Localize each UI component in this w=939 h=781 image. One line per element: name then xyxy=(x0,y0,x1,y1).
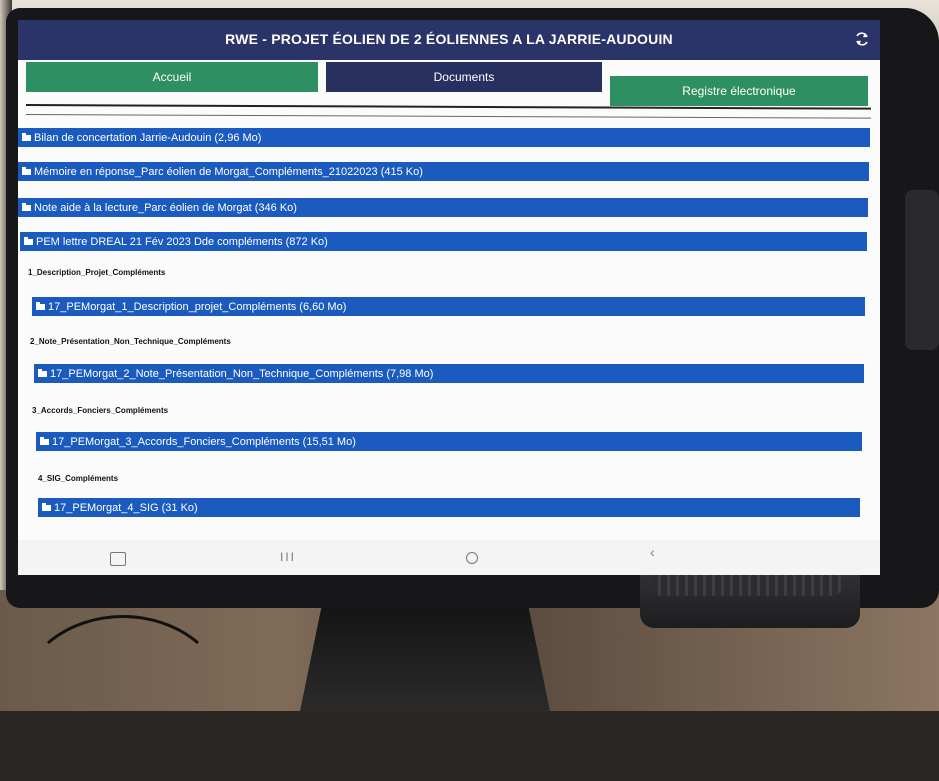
keyboard-icon[interactable] xyxy=(110,552,126,566)
divider xyxy=(25,114,871,119)
folder-icon xyxy=(22,132,31,141)
document-row[interactable]: 17_PEMorgat_2_Note_Présentation_Non_Tech… xyxy=(34,364,864,383)
document-row[interactable]: Note aide à la lecture_Parc éolien de Mo… xyxy=(18,198,868,217)
section-title: 2_Note_Présentation_Non_Technique_Complé… xyxy=(30,337,231,346)
document-label: Mémoire en réponse_Parc éolien de Morgat… xyxy=(34,165,423,178)
document-label: 17_PEMorgat_3_Accords_Fonciers_Complémen… xyxy=(52,435,356,448)
folder-icon xyxy=(36,301,45,310)
folder-icon xyxy=(42,502,51,511)
folder-icon xyxy=(22,202,31,211)
document-row[interactable]: Mémoire en réponse_Parc éolien de Morgat… xyxy=(18,162,869,181)
recents-icon[interactable]: III xyxy=(280,550,296,564)
folder-icon xyxy=(24,236,33,245)
document-row[interactable]: Bilan de concertation Jarrie-Audouin (2,… xyxy=(18,128,870,147)
section-title: 3_Accords_Fonciers_Compléments xyxy=(32,406,169,415)
tablet-clamp xyxy=(905,190,939,350)
section-title: 1_Description_Projet_Compléments xyxy=(28,268,166,277)
refresh-icon[interactable] xyxy=(854,31,870,47)
document-row[interactable]: 17_PEMorgat_1_Description_projet_Complém… xyxy=(32,297,865,316)
document-row[interactable]: 17_PEMorgat_4_SIG (31 Ko) xyxy=(38,498,860,517)
header-bar: RWE - PROJET ÉOLIEN DE 2 ÉOLIENNES A LA … xyxy=(18,20,880,60)
document-label: 17_PEMorgat_2_Note_Présentation_Non_Tech… xyxy=(50,367,434,380)
document-label: 17_PEMorgat_1_Description_projet_Complém… xyxy=(48,300,347,313)
tablet-stand xyxy=(300,590,550,711)
cable xyxy=(20,615,226,781)
tab-documents[interactable]: Documents xyxy=(326,62,602,92)
section-title: 4_SIG_Compléments xyxy=(38,474,119,483)
document-label: Bilan de concertation Jarrie-Audouin (2,… xyxy=(34,131,262,144)
folder-icon xyxy=(22,166,31,175)
folder-icon xyxy=(40,436,49,445)
document-row[interactable]: PEM lettre DREAL 21 Fév 2023 Dde complém… xyxy=(20,232,867,251)
tab-registre-electronique[interactable]: Registre électronique xyxy=(610,76,868,106)
document-label: PEM lettre DREAL 21 Fév 2023 Dde complém… xyxy=(36,235,328,248)
document-row[interactable]: 17_PEMorgat_3_Accords_Fonciers_Complémen… xyxy=(36,432,862,451)
tablet-screen: RWE - PROJET ÉOLIEN DE 2 ÉOLIENNES A LA … xyxy=(18,20,880,575)
document-label: 17_PEMorgat_4_SIG (31 Ko) xyxy=(54,501,198,514)
document-label: Note aide à la lecture_Parc éolien de Mo… xyxy=(34,201,297,214)
back-icon[interactable]: ‹ xyxy=(650,544,655,560)
folder-icon xyxy=(38,368,47,377)
home-icon[interactable] xyxy=(466,552,478,564)
tab-accueil[interactable]: Accueil xyxy=(26,62,318,92)
android-nav-bar: III ‹ xyxy=(18,540,880,575)
tab-bar: Accueil Documents Registre électronique xyxy=(18,60,880,106)
app-title: RWE - PROJET ÉOLIEN DE 2 ÉOLIENNES A LA … xyxy=(225,31,673,47)
